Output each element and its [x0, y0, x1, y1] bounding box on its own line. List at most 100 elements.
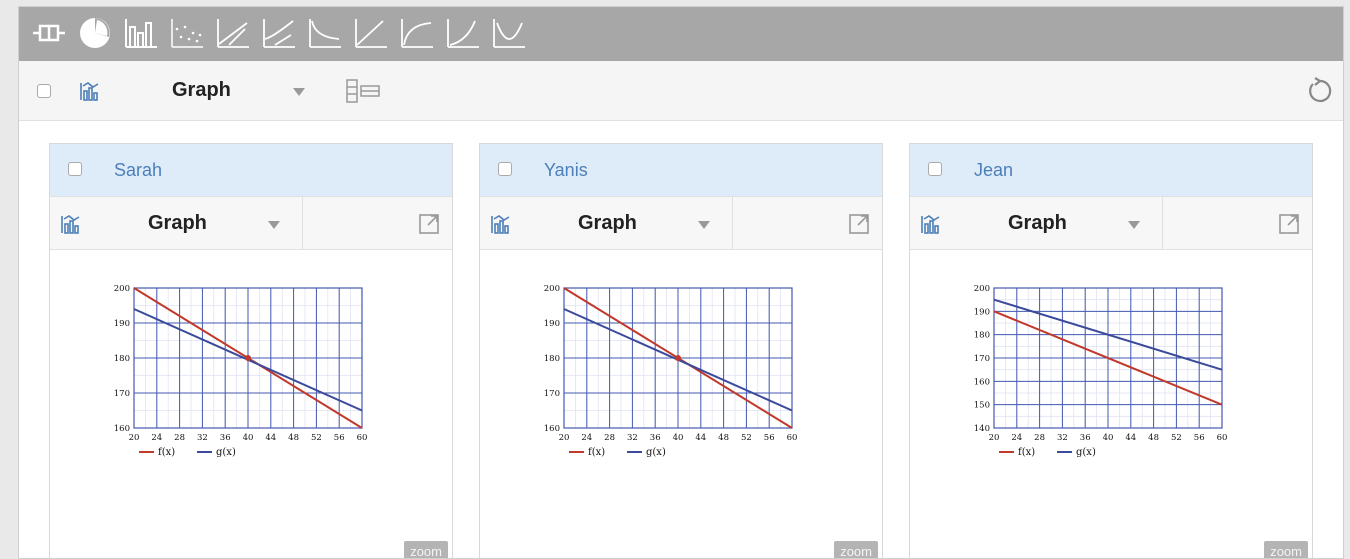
y-tick-label: 160	[544, 424, 560, 434]
panel-toolbar: Graph	[50, 196, 452, 250]
x-tick-label: 52	[741, 433, 752, 443]
y-tick-label: 190	[974, 307, 990, 317]
zoom-button[interactable]: zoom	[404, 541, 448, 558]
x-tick-label: 48	[288, 433, 299, 443]
graph-view-icon	[921, 215, 940, 234]
y-tick-label: 150	[974, 401, 990, 411]
app-frame: Graph Sarah Graph 20 24 28 32 36 40 44 48 52 56 60…	[18, 6, 1344, 559]
x-tick-label: 52	[311, 433, 322, 443]
y-tick-label: 190	[114, 319, 130, 329]
expand-icon[interactable]	[848, 213, 870, 235]
x-tick-label: 28	[174, 433, 185, 443]
panel-checkbox[interactable]	[498, 162, 512, 176]
y-tick-label: 180	[544, 354, 560, 364]
panel-header: Jean	[910, 144, 1312, 196]
y-tick-label: 200	[544, 284, 560, 294]
panel-title: Jean	[974, 160, 1014, 180]
view-dropdown-caret[interactable]	[268, 221, 280, 229]
x-tick-label: 28	[1034, 433, 1045, 443]
student-panel-sarah: Sarah Graph 20 24 28 32 36 40 44 48 52 56 60 160 170…	[49, 143, 453, 558]
legend-label: g(x)	[646, 447, 666, 458]
x-tick-label: 36	[220, 433, 231, 443]
y-tick-label: 200	[114, 284, 130, 294]
logarithmic-regression-icon[interactable]	[399, 15, 435, 51]
line-chart: 20 24 28 32 36 40 44 48 52 56 60 160 170 180 190 200 f(x…	[114, 284, 368, 458]
legend-label: g(x)	[1076, 447, 1096, 458]
panel-view-select[interactable]: Graph	[578, 212, 637, 235]
x-tick-label: 48	[1148, 433, 1159, 443]
toolbar-divider	[732, 197, 733, 249]
refresh-icon[interactable]	[1305, 76, 1335, 106]
panel-title: Sarah	[114, 160, 163, 180]
table-view-icon[interactable]	[345, 78, 383, 104]
panel-toolbar: Graph	[480, 196, 882, 250]
x-tick-label: 44	[265, 433, 276, 443]
x-tick-label: 56	[764, 433, 775, 443]
y-tick-label: 180	[974, 331, 990, 341]
x-tick-label: 32	[197, 433, 208, 443]
exponential-regression-icon[interactable]	[261, 15, 297, 51]
x-tick-label: 24	[581, 433, 592, 443]
x-tick-label: 40	[673, 433, 684, 443]
student-panel-jean: Jean Graph 20 24 28 32 36 40 44 48 52 56 60 140 150 1…	[909, 143, 1313, 558]
line-chart: 20 24 28 32 36 40 44 48 52 56 60 160 170 180 190 200 f(x…	[544, 284, 798, 458]
x-tick-label: 32	[1057, 433, 1068, 443]
power-regression-icon[interactable]	[445, 15, 481, 51]
panel-view-select[interactable]: Graph	[148, 212, 207, 235]
toolbar-divider	[1162, 197, 1163, 249]
linear-function-icon[interactable]	[353, 15, 389, 51]
legend-label: f(x)	[158, 447, 175, 458]
zoom-button[interactable]: zoom	[834, 541, 878, 558]
intersection-point	[245, 355, 251, 361]
y-tick-label: 170	[974, 354, 990, 364]
dot-plot-icon[interactable]	[169, 15, 205, 51]
view-dropdown-caret[interactable]	[293, 88, 305, 96]
x-tick-label: 44	[1125, 433, 1136, 443]
legend-label: f(x)	[588, 447, 605, 458]
x-tick-label: 56	[1194, 433, 1205, 443]
x-tick-label: 40	[1103, 433, 1114, 443]
x-tick-label: 28	[604, 433, 615, 443]
x-tick-label: 56	[334, 433, 345, 443]
x-tick-label: 48	[718, 433, 729, 443]
x-tick-label: 44	[695, 433, 706, 443]
graph-view-icon	[61, 215, 80, 234]
legend-label: f(x)	[1018, 447, 1035, 458]
x-tick-label: 60	[1217, 433, 1228, 443]
line-chart: 20 24 28 32 36 40 44 48 52 56 60 140 150 160 170 180 190…	[974, 284, 1228, 458]
y-tick-label: 170	[114, 389, 130, 399]
view-select-label[interactable]: Graph	[172, 79, 231, 102]
chart: 20 24 28 32 36 40 44 48 52 56 60 140 150 160 170 180 190…	[958, 284, 1228, 489]
panel-view-select[interactable]: Graph	[1008, 212, 1067, 235]
graph-view-icon	[491, 215, 510, 234]
panel-checkbox[interactable]	[68, 162, 82, 176]
graph-view-icon	[80, 82, 99, 101]
student-panel-yanis: Yanis Graph 20 24 28 32 36 40 44 48 52 56 60 160 170…	[479, 143, 883, 558]
quadratic-regression-icon[interactable]	[491, 15, 527, 51]
x-tick-label: 36	[1080, 433, 1091, 443]
panel-toolbar: Graph	[910, 196, 1312, 250]
panel-checkbox[interactable]	[928, 162, 942, 176]
expand-icon[interactable]	[418, 213, 440, 235]
y-tick-label: 140	[974, 424, 990, 434]
y-tick-label: 190	[544, 319, 560, 329]
x-tick-label: 60	[357, 433, 368, 443]
box-plot-icon[interactable]	[31, 15, 67, 51]
y-tick-label: 200	[974, 284, 990, 294]
y-tick-label: 160	[974, 377, 990, 387]
x-tick-label: 24	[151, 433, 162, 443]
select-all-checkbox[interactable]	[37, 84, 51, 98]
x-tick-label: 20	[129, 433, 140, 443]
y-tick-label: 160	[114, 424, 130, 434]
linear-regression-icon[interactable]	[215, 15, 251, 51]
reciprocal-regression-icon[interactable]	[307, 15, 343, 51]
chart: 20 24 28 32 36 40 44 48 52 56 60 160 170 180 190 200 f(x…	[98, 284, 368, 489]
expand-icon[interactable]	[1278, 213, 1300, 235]
view-dropdown-caret[interactable]	[1128, 221, 1140, 229]
x-tick-label: 40	[243, 433, 254, 443]
view-dropdown-caret[interactable]	[698, 221, 710, 229]
chart: 20 24 28 32 36 40 44 48 52 56 60 160 170 180 190 200 f(x…	[528, 284, 798, 489]
zoom-button[interactable]: zoom	[1264, 541, 1308, 558]
bar-chart-icon[interactable]	[123, 15, 159, 51]
pie-chart-icon[interactable]	[77, 15, 113, 51]
